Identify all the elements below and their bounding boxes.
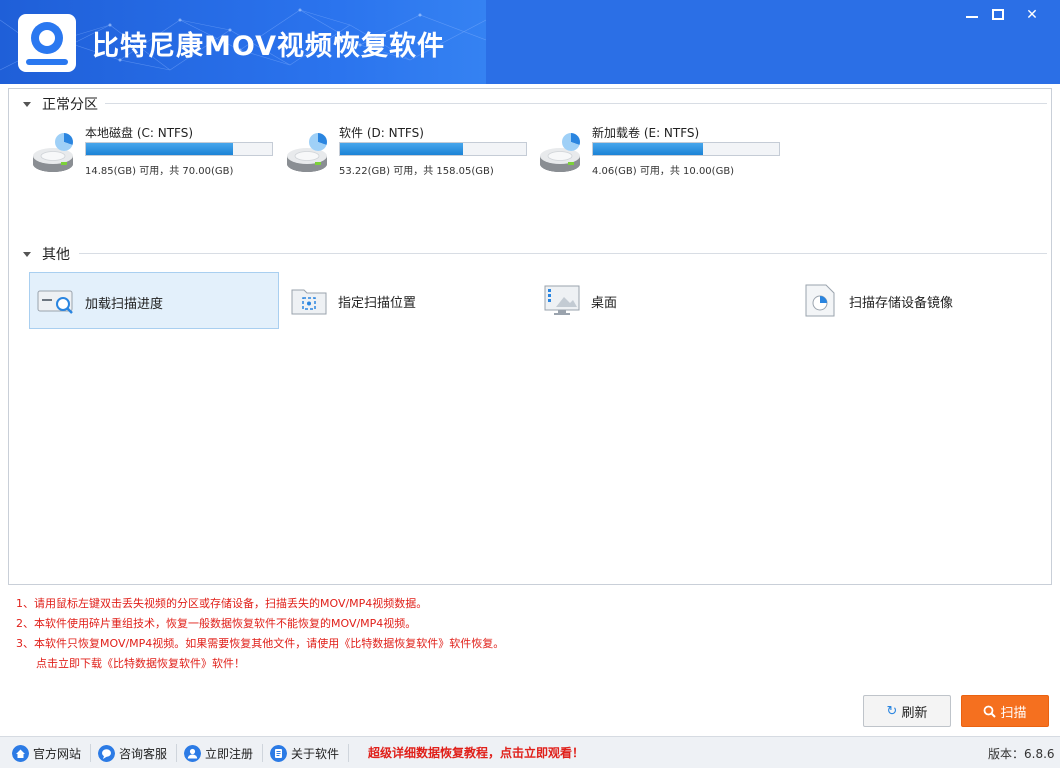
register-link[interactable]: 立即注册	[184, 744, 253, 762]
tip-line: 1、请用鼠标左键双击丢失视频的分区或存储设备，扫描丢失的MOV/MP4视频数据。	[16, 597, 428, 610]
about-link[interactable]: 关于软件	[270, 744, 339, 762]
other-item-label: 加载扫描进度	[85, 297, 164, 312]
tip-line: 2、本软件使用碎片重组技术，恢复一般数据恢复软件不能恢复的MOV/MP4视频。	[16, 617, 417, 630]
main-panel: 正常分区 本地磁盘 (C: NTFS) 14.85(GB) 可用，共 70.00…	[8, 88, 1052, 585]
refresh-button[interactable]: ↻ 刷新	[863, 695, 951, 727]
drive-d[interactable]: 软件 (D: NTFS) 53.22(GB) 可用，共 158.05(GB)	[285, 124, 535, 184]
drive-usage-fill	[593, 143, 703, 155]
disk-image-icon	[805, 284, 835, 317]
close-icon: ✕	[1026, 7, 1038, 23]
drive-space-info: 4.06(GB) 可用，共 10.00(GB)	[592, 166, 735, 177]
footer-separator	[90, 744, 91, 762]
chat-icon	[98, 744, 115, 762]
folder-target-icon	[291, 289, 327, 315]
drive-name: 新加载卷 (E: NTFS)	[592, 126, 700, 140]
other-item-specify-location[interactable]: 指定扫描位置	[283, 272, 533, 329]
drive-name: 本地磁盘 (C: NTFS)	[85, 126, 194, 140]
refresh-button-label: 刷新	[901, 705, 928, 721]
section-other[interactable]: 其他	[23, 244, 70, 264]
app-title: 比特尼康MOV视频恢复软件	[92, 31, 445, 62]
customer-service-link[interactable]: 咨询客服	[98, 744, 167, 762]
version-label: 版本：6.8.6	[988, 747, 1055, 761]
collapse-triangle-icon	[23, 101, 31, 107]
drive-usage-bar	[339, 142, 527, 156]
maximize-button[interactable]	[982, 2, 1014, 28]
drive-space-info: 53.22(GB) 可用，共 158.05(GB)	[339, 166, 494, 177]
drive-c[interactable]: 本地磁盘 (C: NTFS) 14.85(GB) 可用，共 70.00(GB)	[31, 124, 281, 184]
load-scan-icon	[37, 290, 73, 314]
drive-usage-fill	[340, 143, 463, 155]
footer-label: 关于软件	[291, 746, 340, 761]
refresh-icon: ↻	[886, 703, 898, 719]
maximize-icon	[992, 9, 1004, 20]
status-bar: 官方网站 咨询客服 立即注册 关于软件 超级详细数据恢复教程，点击立即观看！ 版…	[0, 736, 1060, 768]
tip-line: 3、本软件只恢复MOV/MP4视频。如果需要恢复其他文件，请使用《比特数据恢复软…	[16, 637, 505, 650]
hard-drive-icon	[33, 132, 74, 172]
scan-button-label: 扫描	[1000, 705, 1027, 721]
title-bar: 比特尼康MOV视频恢复软件 ✕	[0, 0, 1060, 84]
scan-button[interactable]: 扫描	[961, 695, 1049, 727]
footer-separator	[348, 744, 349, 762]
other-item-label: 扫描存储设备镜像	[849, 296, 954, 311]
tutorial-promo-link[interactable]: 超级详细数据恢复教程，点击立即观看！	[368, 744, 584, 761]
drive-e[interactable]: 新加载卷 (E: NTFS) 4.06(GB) 可用，共 10.00(GB)	[538, 124, 788, 184]
drive-usage-bar	[85, 142, 273, 156]
drive-name: 软件 (D: NTFS)	[339, 126, 424, 140]
home-icon	[12, 744, 29, 762]
section-label: 正常分区	[42, 97, 98, 113]
hard-drive-icon	[287, 132, 328, 172]
section-divider	[79, 253, 1047, 254]
footer-separator	[262, 744, 263, 762]
section-label: 其他	[42, 247, 70, 263]
drive-space-info: 14.85(GB) 可用，共 70.00(GB)	[85, 166, 234, 177]
other-item-desktop[interactable]: 桌面	[536, 272, 786, 329]
other-item-scan-disk-image[interactable]: 扫描存储设备镜像	[794, 272, 1044, 329]
footer-separator	[176, 744, 177, 762]
other-item-label: 指定扫描位置	[338, 296, 417, 311]
drive-usage-bar	[592, 142, 780, 156]
app-logo-icon	[18, 14, 76, 72]
footer-label: 咨询客服	[119, 746, 168, 761]
section-normal-partitions[interactable]: 正常分区	[23, 94, 98, 114]
search-icon	[984, 705, 997, 718]
info-icon	[270, 744, 287, 762]
footer-label: 官方网站	[33, 746, 82, 761]
close-button[interactable]: ✕	[1016, 2, 1048, 28]
desktop-icon	[544, 285, 580, 315]
footer-label: 立即注册	[205, 746, 254, 761]
official-website-link[interactable]: 官方网站	[12, 744, 81, 762]
download-link[interactable]: 点击立即下载《比特数据恢复软件》软件！	[16, 654, 504, 674]
other-item-load-scan-progress[interactable]: 加载扫描进度	[29, 272, 279, 329]
other-item-label: 桌面	[591, 296, 618, 311]
section-divider	[105, 103, 1047, 104]
usage-tips: 1、请用鼠标左键双击丢失视频的分区或存储设备，扫描丢失的MOV/MP4视频数据。…	[16, 594, 504, 674]
minimize-icon	[966, 16, 978, 18]
user-icon	[184, 744, 201, 762]
hard-drive-icon	[540, 132, 581, 172]
drive-usage-fill	[86, 143, 233, 155]
collapse-triangle-icon	[23, 251, 31, 257]
